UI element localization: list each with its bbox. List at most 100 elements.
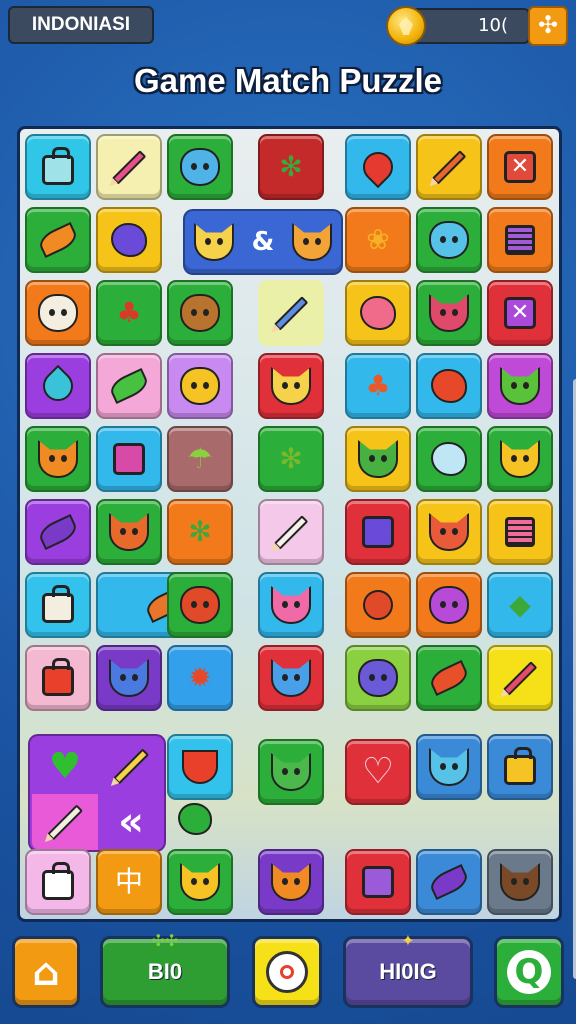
tile-padlock[interactable] [487,734,553,800]
crayon-icon [502,660,538,696]
tile-green-face[interactable] [345,426,411,492]
tile-yellow-cat[interactable] [167,849,233,915]
rewind-icon: « [118,799,144,845]
feather-icon [273,514,309,550]
tile-book[interactable] [96,426,162,492]
tile-ghost[interactable] [416,207,482,273]
tile-devil[interactable] [416,280,482,346]
tile-wand[interactable] [258,280,324,346]
tile-bag-white[interactable] [25,849,91,915]
tile-orange-cat[interactable] [258,849,324,915]
tile-tomato[interactable] [345,572,411,638]
tile-crayon[interactable] [487,645,553,711]
water-drop-icon [36,364,80,408]
tile-sword-box[interactable] [487,134,553,200]
tile-lion[interactable] [487,426,553,492]
tile-palm[interactable]: ✻ [167,499,233,565]
bowl-icon [182,750,218,784]
tile-drop[interactable] [25,353,91,419]
tile-robot-bag[interactable] [25,572,91,638]
tile-bowl[interactable] [167,734,233,800]
tile-pencil[interactable] [96,134,162,200]
bag-icon [42,862,74,900]
blue-cat-icon [109,659,149,697]
tile-list-bag[interactable] [487,207,553,273]
tile-sword-frame[interactable] [345,499,411,565]
tile-disc[interactable] [416,426,482,492]
carrot-icon [36,222,80,258]
robot-bag-icon [42,585,74,623]
tile-sun[interactable]: ✹ [167,645,233,711]
tile-umbrella[interactable]: ☂ [167,426,233,492]
tile-glyph[interactable]: 中 [96,849,162,915]
tile-brush[interactable] [416,134,482,200]
tile-blue-kitten[interactable] [258,645,324,711]
tile-blue-cat[interactable] [96,645,162,711]
fox-face-icon [429,748,469,786]
sun-icon: ✹ [188,661,212,694]
wand-icon [273,295,309,331]
tile-green-cat[interactable] [487,353,553,419]
purple-face-icon [429,586,469,624]
tile-cat-pair[interactable]: & [183,209,343,275]
tile-heart-red[interactable]: ♡ [345,739,411,805]
tile-monkey[interactable] [167,280,233,346]
tile-dog[interactable] [487,849,553,915]
add-coins-button[interactable]: ✣ [528,6,568,46]
tile-fruit[interactable]: ♣ [345,353,411,419]
tile-fox[interactable] [25,426,91,492]
tile-gem[interactable] [345,280,411,346]
home-button[interactable]: ⌂ [12,936,80,1008]
tile-purple-blob[interactable] [416,572,482,638]
eggplant-icon [36,514,80,550]
tile-flame[interactable]: ❀ [345,207,411,273]
smiley-face-icon [180,367,220,405]
tile-purple-smile[interactable] [345,645,411,711]
tile-kite[interactable]: ◆ [487,572,553,638]
jar-icon [42,147,74,185]
tile-orange-leaf[interactable] [416,645,482,711]
tile-notebook[interactable] [487,499,553,565]
tile-close-box[interactable] [487,280,553,346]
palm-leaf-icon: ✻ [188,515,212,548]
tile-eggplant[interactable] [25,499,91,565]
tile-cherries[interactable]: ♣ [96,280,162,346]
tile-swirl[interactable] [96,207,162,273]
tile-pink-cat[interactable] [258,572,324,638]
tile-shell[interactable] [416,353,482,419]
tile-eggplant-2[interactable] [416,849,482,915]
tile-happy-cat[interactable] [258,353,324,419]
cat-face-icon [271,863,311,901]
refresh-button[interactable]: Q [494,936,564,1008]
tile-feather[interactable] [258,499,324,565]
green-cat-icon [500,367,540,405]
tile-pin[interactable] [345,134,411,200]
tile-fox-blue[interactable] [416,734,482,800]
pair-symbol: & [251,227,275,257]
tile-frame[interactable] [345,849,411,915]
list-icon [505,225,535,255]
tile-combo[interactable]: ♥ « [28,734,166,852]
tile-bear-red[interactable] [167,572,233,638]
left-pill-button[interactable]: ✣✣ BI0 [100,931,230,1008]
tile-green-cat-2[interactable] [258,739,324,805]
swirl-icon [111,223,147,257]
tile-smile[interactable] [167,353,233,419]
maple-leaf-icon: ✻ [279,150,303,183]
tile-skull[interactable] [25,280,91,346]
tile-carrot[interactable] [25,207,91,273]
country-label[interactable]: INDONIASI [8,6,154,44]
tile-maple[interactable]: ✻ [258,426,324,492]
tile-leaf-green[interactable] [96,353,162,419]
tile-red-bag[interactable] [25,645,91,711]
refresh-icon: Q [507,950,551,994]
tile-tiger[interactable] [96,499,162,565]
tile-red-fox[interactable] [416,499,482,565]
tile-leaf[interactable]: ✻ [258,134,324,200]
target-button[interactable] [252,936,322,1008]
cat-face-icon [180,863,220,901]
tile-jar[interactable] [25,134,91,200]
tile-small-ball[interactable] [175,799,215,839]
right-pill-button[interactable]: ✦ HI0IG [343,931,473,1008]
tile-bear[interactable] [167,134,233,200]
